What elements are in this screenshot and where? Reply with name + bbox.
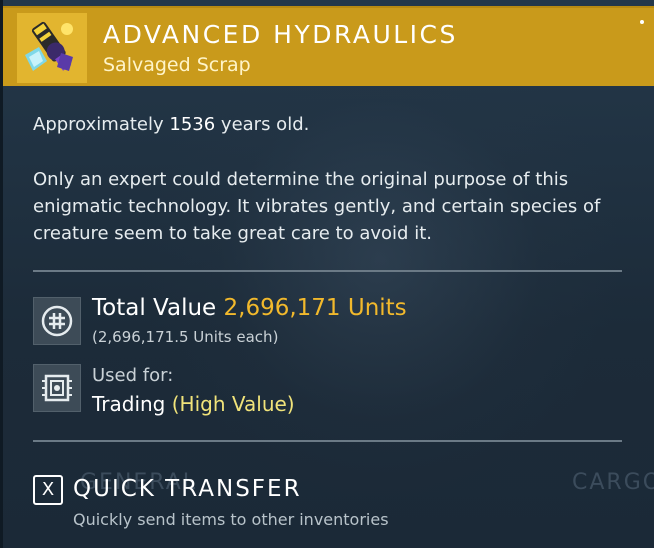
background-tab-cargo: CARGO — [572, 470, 654, 495]
age-years: 1536 — [169, 114, 216, 135]
unit-value-each: (2,696,171.5 Units each) — [92, 328, 279, 346]
used-for-value: Trading (High Value) — [92, 392, 295, 416]
indicator-dot — [640, 20, 644, 24]
item-category: Salvaged Scrap — [103, 54, 251, 76]
divider-top — [33, 270, 622, 272]
quick-transfer-description: Quickly send items to other inventories — [73, 510, 389, 529]
units-currency-icon — [33, 297, 81, 345]
divider-bottom — [33, 440, 622, 442]
age-prefix: Approximately — [33, 114, 164, 135]
usage-type: Trading — [92, 392, 166, 416]
item-description: Only an expert could determine the origi… — [33, 169, 601, 244]
used-for-label: Used for: — [92, 365, 174, 386]
item-age: Approximately 1536 years old. — [33, 114, 309, 135]
quick-transfer-key-icon[interactable]: X — [33, 475, 63, 505]
trading-chip-icon — [33, 364, 81, 412]
total-value-label: Total Value — [92, 295, 217, 321]
total-value: Total Value 2,696,171 Units — [92, 295, 407, 321]
item-name: ADVANCED HYDRAULICS — [103, 20, 458, 49]
total-value-amount: 2,696,171 Units — [223, 295, 407, 321]
item-header: ADVANCED HYDRAULICS Salvaged Scrap — [3, 6, 654, 86]
age-suffix: years old. — [220, 114, 310, 135]
usage-qualifier: (High Value) — [171, 392, 295, 416]
quick-transfer-button[interactable]: QUICK TRANSFER — [73, 476, 302, 502]
hydraulic-artifact-icon — [17, 13, 87, 83]
